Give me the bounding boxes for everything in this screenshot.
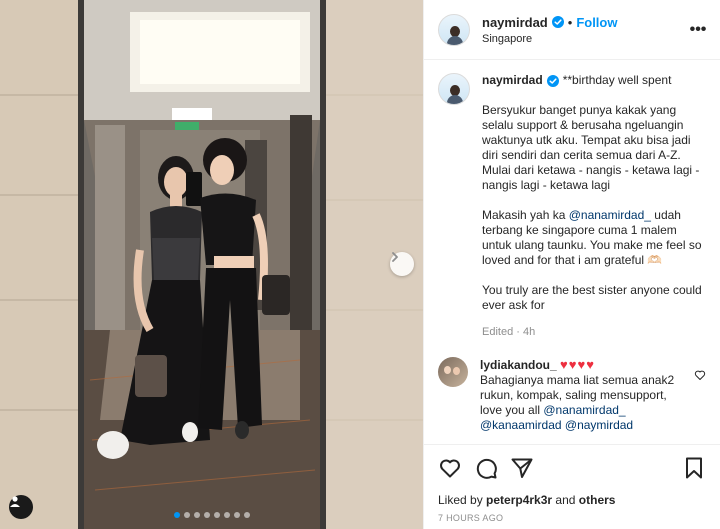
save-button[interactable]: [682, 456, 706, 480]
more-icon: •••: [689, 20, 707, 38]
caption-text: Makasih yah ka: [482, 208, 569, 222]
share-button[interactable]: [510, 456, 534, 480]
carousel-dot: [193, 512, 200, 518]
author-username[interactable]: naymirdad: [482, 15, 548, 30]
post-timestamp: 7 HOURS AGO: [438, 513, 504, 523]
comment-like-icon[interactable]: [694, 369, 706, 381]
liker-username[interactable]: peterp4rk3r: [486, 493, 552, 507]
comment-item: lydiakandou_ ♥♥♥♥ Bahagianya mama liat s…: [438, 357, 706, 433]
commenter-username[interactable]: lydiakandou_: [480, 358, 557, 372]
edited-timestamp: Edited · 4h: [482, 326, 536, 338]
caption-username[interactable]: naymirdad: [482, 73, 543, 88]
mention-link[interactable]: @nanamirdad_: [569, 208, 651, 222]
chevron-right-icon: [392, 252, 398, 262]
carousel-dot: [213, 512, 220, 518]
mention-link[interactable]: @nanamirdad_: [543, 403, 625, 417]
header-separator: •: [567, 14, 573, 30]
carousel-dot: [223, 512, 230, 518]
caption-paragraph-1: Bersyukur banget punya kakak yang selalu…: [482, 103, 700, 192]
mention-link[interactable]: @kanaamirdad @naymirdad: [480, 418, 633, 432]
caption-paragraph-2: Makasih yah ka @nanamirdad_ udah terbang…: [482, 208, 702, 268]
follow-button[interactable]: Follow: [576, 15, 617, 30]
likes-others-link[interactable]: others: [579, 493, 616, 507]
carousel-dot: [243, 512, 250, 518]
comment-bubble-icon: [476, 458, 497, 479]
caption: naymirdad **birthday well spent Bersyuku…: [438, 73, 706, 340]
paper-plane-icon: [511, 458, 533, 478]
caption-author-avatar[interactable]: [438, 73, 470, 105]
caption-first-line: **birthday well spent: [562, 73, 672, 87]
comment-hearts: ♥♥♥♥: [560, 357, 595, 372]
verified-badge-icon: [551, 16, 564, 28]
post-header: naymirdad • Follow Singapore •••: [424, 0, 720, 60]
post-location[interactable]: Singapore: [482, 33, 688, 45]
caption-paragraph-3: You truly are the best sister anyone cou…: [482, 283, 702, 312]
post-details-panel: naymirdad • Follow Singapore ••• naymird…: [423, 0, 720, 529]
photo-scene: [0, 0, 423, 529]
carousel-dot: [203, 512, 210, 518]
comments-section[interactable]: naymirdad **birthday well spent Bersyuku…: [424, 61, 720, 444]
carousel-dot: [173, 512, 180, 518]
carousel-indicator: [0, 512, 423, 518]
next-photo-button[interactable]: [390, 252, 414, 276]
more-options-button[interactable]: •••: [688, 21, 708, 39]
comment-button[interactable]: [474, 456, 498, 480]
carousel-dot: [183, 512, 190, 518]
carousel-dot: [233, 512, 240, 518]
like-button[interactable]: [438, 456, 462, 480]
user-icon: [10, 496, 20, 507]
likes-prefix: Liked by: [438, 493, 487, 507]
post-photo[interactable]: [0, 0, 423, 529]
post-actions: Liked by peterp4rk3r and others 7 HOURS …: [424, 444, 720, 523]
likes-summary: Liked by peterp4rk3r and others: [438, 493, 706, 507]
heart-icon: [440, 459, 460, 478]
verified-badge-icon: [546, 74, 559, 87]
commenter-avatar[interactable]: [438, 357, 468, 387]
bookmark-icon: [686, 457, 702, 479]
likes-middle: and: [552, 493, 579, 507]
author-avatar[interactable]: [438, 13, 470, 46]
